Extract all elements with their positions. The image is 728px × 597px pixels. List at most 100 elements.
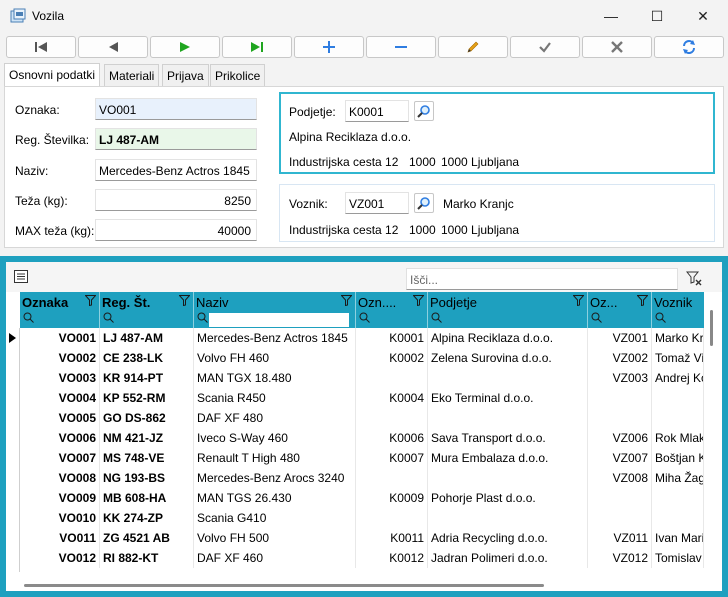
table-row[interactable]: VO009 MB 608-HA MAN TGS 26.430 K0009 Pohorje…	[6, 488, 704, 508]
cell-oznaka-podjetja[interactable]: K0007	[356, 448, 428, 468]
edit-record-button[interactable]	[438, 36, 508, 58]
cell-oznaka[interactable]: VO004	[20, 388, 100, 408]
filter-icon[interactable]	[413, 295, 424, 306]
table-row[interactable]: VO008 NG 193-BS Mercedes-Benz Arocs 3240 VZ…	[6, 468, 704, 488]
column-header-reg[interactable]: Reg. Št.	[100, 292, 194, 328]
cell-oznaka-voznika[interactable]	[588, 508, 652, 528]
search-icon[interactable]	[655, 312, 666, 323]
table-row[interactable]: VO010 KK 274-ZP Scania G410	[6, 508, 704, 528]
cell-podjetje[interactable]: Pohorje Plast d.o.o.	[428, 488, 588, 508]
tab-prijava[interactable]: Prijava	[162, 64, 209, 86]
cell-naziv[interactable]: MAN TGX 18.480	[194, 368, 356, 388]
cell-reg[interactable]: KK 274-ZP	[100, 508, 194, 528]
cell-podjetje[interactable]	[428, 468, 588, 488]
cell-podjetje[interactable]: Mura Embalaza d.o.o.	[428, 448, 588, 468]
first-record-button[interactable]	[6, 36, 76, 58]
voznik-code-field[interactable]: VZ001	[345, 192, 409, 214]
table-row[interactable]: VO006 NM 421-JZ Iveco S-Way 460 K0006 Sava T…	[6, 428, 704, 448]
cell-oznaka[interactable]: VO012	[20, 548, 100, 568]
cell-voznik[interactable]	[652, 488, 704, 508]
podjetje-code-field[interactable]: K0001	[345, 100, 409, 122]
confirm-button[interactable]	[510, 36, 580, 58]
cell-naziv[interactable]: DAF XF 460	[194, 548, 356, 568]
cell-oznaka-voznika[interactable]: VZ008	[588, 468, 652, 488]
search-icon[interactable]	[359, 312, 370, 323]
cell-naziv[interactable]: Volvo FH 500	[194, 528, 356, 548]
cell-oznaka-podjetja[interactable]: K0004	[356, 388, 428, 408]
cell-naziv[interactable]: Scania R450	[194, 388, 356, 408]
reg-field[interactable]: LJ 487-AM	[95, 128, 257, 150]
cell-podjetje[interactable]: Sava Transport d.o.o.	[428, 428, 588, 448]
cell-oznaka-voznika[interactable]	[588, 408, 652, 428]
column-chooser-icon[interactable]	[14, 270, 28, 283]
cell-podjetje[interactable]	[428, 368, 588, 388]
table-row[interactable]: VO011 ZG 4521 AB Volvo FH 500 K0011 Adria Re…	[6, 528, 704, 548]
table-row[interactable]: VO004 KP 552-RM Scania R450 K0004 Eko Termin…	[6, 388, 704, 408]
cell-oznaka-podjetja[interactable]	[356, 468, 428, 488]
cell-reg[interactable]: KP 552-RM	[100, 388, 194, 408]
cell-oznaka-podjetja[interactable]: K0012	[356, 548, 428, 568]
cell-voznik[interactable]: Boštjan K	[652, 448, 704, 468]
cell-oznaka[interactable]: VO002	[20, 348, 100, 368]
filter-icon[interactable]	[341, 295, 352, 306]
table-row[interactable]: VO003 KR 914-PT MAN TGX 18.480 VZ003 Andrej …	[6, 368, 704, 388]
add-record-button[interactable]	[294, 36, 364, 58]
cell-reg[interactable]: MB 608-HA	[100, 488, 194, 508]
cell-reg[interactable]: LJ 487-AM	[100, 328, 194, 348]
cell-voznik[interactable]: Rok Mlak	[652, 428, 704, 448]
cell-oznaka-podjetja[interactable]	[356, 368, 428, 388]
maximize-button[interactable]: ☐	[634, 0, 680, 32]
cell-oznaka[interactable]: VO009	[20, 488, 100, 508]
cell-naziv[interactable]: MAN TGS 26.430	[194, 488, 356, 508]
close-button[interactable]: ✕	[680, 0, 726, 32]
cell-reg[interactable]: GO DS-862	[100, 408, 194, 428]
cell-oznaka-voznika[interactable]: VZ001	[588, 328, 652, 348]
cell-oznaka[interactable]: VO010	[20, 508, 100, 528]
cell-voznik[interactable]: Ivan Mari	[652, 528, 704, 548]
cell-podjetje[interactable]: Adria Recycling d.o.o.	[428, 528, 588, 548]
search-icon[interactable]	[23, 312, 34, 323]
cell-voznik[interactable]: Tomislav	[652, 548, 704, 568]
cell-podjetje[interactable]	[428, 508, 588, 528]
cell-oznaka-podjetja[interactable]: K0006	[356, 428, 428, 448]
cell-oznaka-podjetja[interactable]	[356, 408, 428, 428]
cell-reg[interactable]: MS 748-VE	[100, 448, 194, 468]
cancel-button[interactable]	[582, 36, 652, 58]
naziv-field[interactable]: Mercedes-Benz Actros 1845	[95, 159, 257, 181]
cell-oznaka[interactable]: VO003	[20, 368, 100, 388]
filter-icon[interactable]	[179, 295, 190, 306]
filter-icon[interactable]	[573, 295, 584, 306]
cell-podjetje[interactable]: Jadran Polimeri d.o.o.	[428, 548, 588, 568]
column-header-podjetje[interactable]: Podjetje	[428, 292, 588, 328]
column-header-oznaka-podjetja[interactable]: Ozn....	[356, 292, 428, 328]
cell-naziv[interactable]: DAF XF 480	[194, 408, 356, 428]
tab-osnovni-podatki[interactable]: Osnovni podatki	[4, 63, 101, 86]
search-icon[interactable]	[431, 312, 442, 323]
cell-oznaka[interactable]: VO005	[20, 408, 100, 428]
cell-naziv[interactable]: Mercedes-Benz Actros 1845	[194, 328, 356, 348]
cell-naziv[interactable]: Renault T High 480	[194, 448, 356, 468]
filter-icon[interactable]	[85, 295, 96, 306]
podjetje-search-button[interactable]	[414, 101, 434, 121]
search-icon[interactable]	[591, 312, 602, 323]
clear-filter-icon[interactable]	[686, 270, 702, 286]
column-header-naziv[interactable]: Naziv	[194, 292, 356, 328]
cell-oznaka[interactable]: VO008	[20, 468, 100, 488]
cell-oznaka-podjetja[interactable]: K0002	[356, 348, 428, 368]
cell-oznaka[interactable]: VO011	[20, 528, 100, 548]
delete-record-button[interactable]	[366, 36, 436, 58]
cell-voznik[interactable]: Tomaž Vi	[652, 348, 704, 368]
cell-podjetje[interactable]: Eko Terminal d.o.o.	[428, 388, 588, 408]
vertical-scrollbar[interactable]	[710, 310, 713, 346]
cell-naziv[interactable]: Scania G410	[194, 508, 356, 528]
cell-oznaka-podjetja[interactable]: K0001	[356, 328, 428, 348]
cell-reg[interactable]: NG 193-BS	[100, 468, 194, 488]
cell-reg[interactable]: KR 914-PT	[100, 368, 194, 388]
table-row[interactable]: VO001 LJ 487-AM Mercedes-Benz Actros 1845 K…	[6, 328, 704, 348]
table-row[interactable]: VO012 RI 882-KT DAF XF 460 K0012 Jadran Poli…	[6, 548, 704, 568]
column-header-voznik[interactable]: Voznik	[652, 292, 704, 328]
search-icon[interactable]	[197, 312, 208, 323]
filter-icon[interactable]	[637, 295, 648, 306]
cell-oznaka-voznika[interactable]: VZ011	[588, 528, 652, 548]
cell-naziv[interactable]: Volvo FH 460	[194, 348, 356, 368]
